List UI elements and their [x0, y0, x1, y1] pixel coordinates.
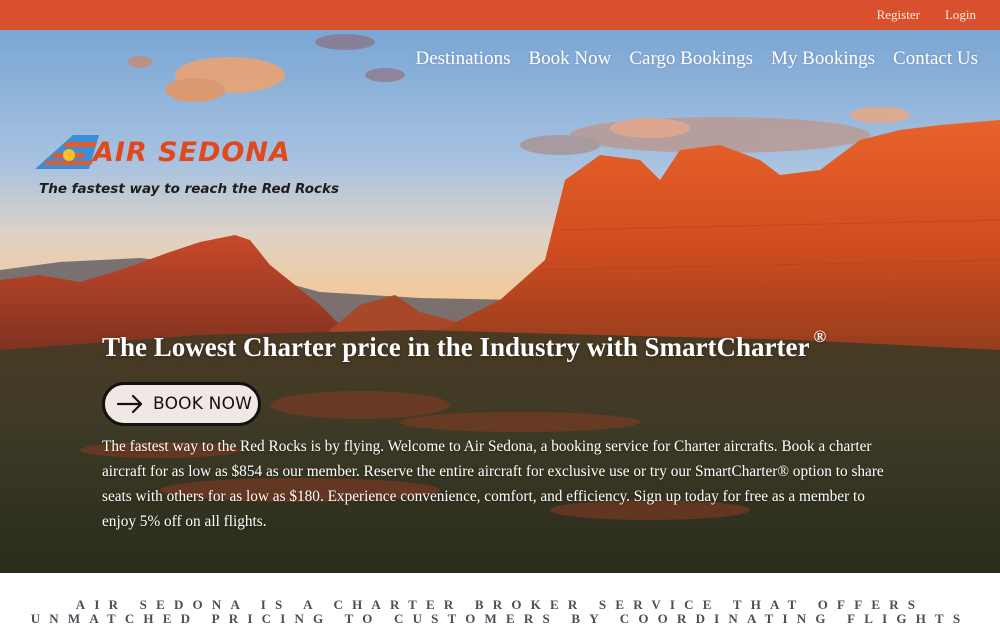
book-now-button[interactable]: BOOK NOW [102, 382, 261, 426]
hero-section: Destinations Book Now Cargo Bookings My … [0, 30, 1000, 573]
register-link[interactable]: Register [877, 7, 920, 23]
arrow-right-icon [107, 385, 153, 423]
login-link[interactable]: Login [945, 7, 976, 23]
headline-text: The Lowest Charter price in the Industry… [102, 332, 810, 362]
registered-mark: ® [813, 327, 827, 346]
nav-my-bookings[interactable]: My Bookings [771, 48, 875, 70]
account-links: Register Login [877, 0, 976, 30]
logo-wordmark: AIR SEDONA [93, 137, 291, 168]
mission-statement: Air Sedona is a charter broker service t… [30, 597, 970, 625]
logo-tagline: The fastest way to reach the Red Rocks [39, 181, 339, 197]
nav-cargo-bookings[interactable]: Cargo Bookings [629, 48, 753, 70]
nav-book-now[interactable]: Book Now [528, 48, 611, 70]
book-now-label: BOOK NOW [153, 394, 253, 414]
top-bar: Register Login [0, 0, 1000, 30]
tail-fin-icon [35, 135, 99, 169]
hero-headline: The Lowest Charter price in the Industry… [102, 327, 826, 363]
nav-contact-us[interactable]: Contact Us [893, 48, 978, 70]
main-nav: Destinations Book Now Cargo Bookings My … [415, 48, 978, 70]
nav-destinations[interactable]: Destinations [415, 48, 510, 70]
hero-intro-text: The fastest way to the Red Rocks is by f… [102, 438, 884, 530]
